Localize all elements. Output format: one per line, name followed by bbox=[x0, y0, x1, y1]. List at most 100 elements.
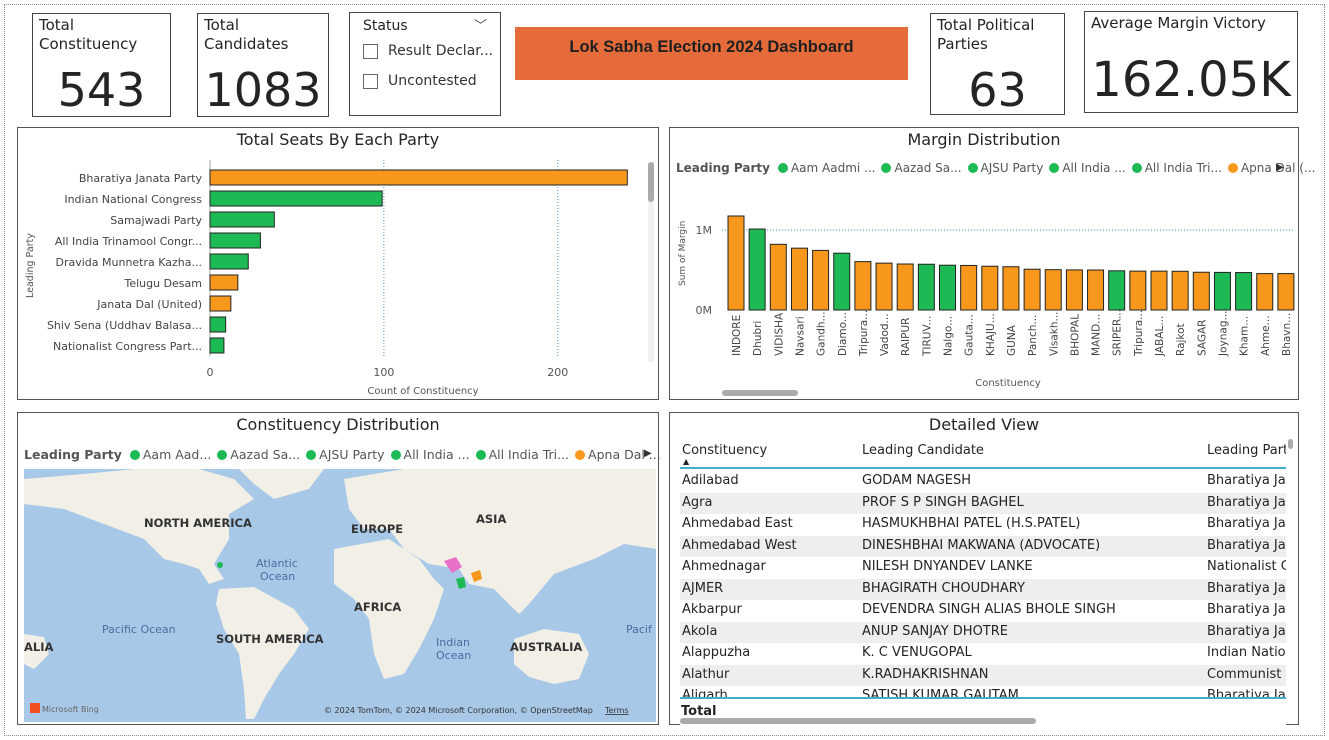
table-cell: Indian Nation bbox=[1207, 645, 1286, 660]
margin-bar[interactable] bbox=[1023, 268, 1041, 311]
legend-item[interactable]: Aazad Sa... bbox=[217, 447, 300, 462]
vertical-scrollbar[interactable] bbox=[1288, 439, 1293, 449]
margin-bar[interactable] bbox=[875, 262, 893, 311]
margin-bar[interactable] bbox=[1129, 270, 1147, 311]
card-label: Total Political Parties bbox=[937, 16, 1035, 53]
table-row[interactable]: Ahmedabad West DINESHBHAI MAKWANA (ADVOCA… bbox=[680, 535, 1286, 557]
margin-bar[interactable] bbox=[917, 263, 935, 311]
card-label: Total Constituency bbox=[39, 16, 138, 53]
legend-title: Leading Party bbox=[24, 447, 122, 462]
margin-bar[interactable] bbox=[769, 243, 787, 311]
checkbox[interactable] bbox=[363, 43, 378, 59]
table-row[interactable]: Ahmedabad East HASMUKHBHAI PATEL (H.S.PAT… bbox=[680, 514, 1286, 536]
margin-bar[interactable] bbox=[1235, 272, 1253, 311]
legend-item[interactable]: Aam Aad... bbox=[129, 447, 211, 462]
map-marker bbox=[217, 562, 223, 568]
margin-bar[interactable] bbox=[960, 264, 978, 311]
table-row[interactable]: Ahmednagar NILESH DNYANDEV LANKE Nationali… bbox=[680, 557, 1286, 579]
card-value: 543 bbox=[57, 63, 146, 117]
card-label: Total Candidates bbox=[204, 16, 289, 53]
seats-bar[interactable] bbox=[209, 169, 628, 186]
seats-x-axis-label: Count of Constituency bbox=[367, 386, 478, 397]
margin-bar[interactable] bbox=[939, 264, 956, 311]
table-row[interactable]: Alappuzha K. C VENUGOPAL Indian Nation bbox=[680, 643, 1286, 665]
seats-bar[interactable] bbox=[209, 232, 261, 249]
scrollbar-thumb[interactable] bbox=[722, 390, 798, 396]
world-map[interactable]: NORTH AMERICA EUROPE ASIA Atlantic Ocean… bbox=[24, 469, 656, 722]
constituency-tick-label: Navsari bbox=[794, 316, 806, 356]
constituency-tick-label: JABAL... bbox=[1154, 316, 1166, 357]
column-header-constituency[interactable]: Constituency bbox=[682, 443, 767, 458]
table-row[interactable]: Akola ANUP SANJAY DHOTRE Bharatiya Jan bbox=[680, 621, 1286, 643]
margin-bar[interactable] bbox=[1065, 269, 1083, 311]
seats-bar[interactable] bbox=[209, 337, 225, 354]
seats-bar[interactable] bbox=[209, 316, 227, 333]
margin-bar[interactable] bbox=[1171, 270, 1189, 311]
constituency-tick-label: RAIPUR bbox=[900, 318, 912, 356]
card-value: 1083 bbox=[204, 63, 322, 117]
table-row[interactable]: AJMER BHAGIRATH CHOUDHARY Bharatiya Jan bbox=[680, 578, 1286, 600]
table-row[interactable]: Akbarpur DEVENDRA SINGH ALIAS BHOLE SINGH… bbox=[680, 600, 1286, 622]
map-legend: Leading Party Aam Aad... Aazad Sa... AJS… bbox=[24, 447, 661, 462]
margin-bar[interactable] bbox=[1192, 271, 1210, 311]
margin-bar[interactable] bbox=[812, 249, 830, 311]
detailed-view-panel: Detailed View Constituency ▲ Leading Can… bbox=[669, 412, 1299, 725]
party-label: Janata Dal (United) bbox=[96, 298, 202, 311]
table-cell: Bharatiya Jan bbox=[1207, 494, 1286, 510]
margin-bar[interactable] bbox=[981, 265, 999, 311]
table-cell: Nationalist Co bbox=[1207, 559, 1286, 574]
table-cell: NILESH DNYANDEV LANKE bbox=[862, 559, 1033, 574]
margin-bar[interactable] bbox=[1044, 269, 1062, 311]
column-header-leading-candidate[interactable]: Leading Candidate bbox=[862, 443, 984, 458]
margin-bar[interactable] bbox=[854, 261, 872, 311]
map-attribution: © 2024 TomTom, © 2024 Microsoft Corporat… bbox=[324, 706, 593, 715]
map-label-indian-ocean: Ocean bbox=[436, 649, 471, 662]
column-header-leading-party[interactable]: Leading Party bbox=[1207, 443, 1286, 458]
margin-chart-panel: Margin Distribution Leading Party Aam Aa… bbox=[669, 127, 1315, 400]
constituency-tick-label: Visakh... bbox=[1048, 311, 1060, 356]
checkbox[interactable] bbox=[363, 73, 378, 89]
margin-bar[interactable] bbox=[1108, 270, 1126, 311]
seats-bar[interactable] bbox=[209, 295, 232, 312]
table-cell: BHAGIRATH CHOUDHARY bbox=[862, 580, 1025, 596]
margin-x-axis-label: Constituency bbox=[975, 378, 1041, 389]
slicer-option-result-declared[interactable]: Result Declar... bbox=[363, 43, 493, 59]
party-label: Bharatiya Janata Party bbox=[79, 172, 203, 185]
status-slicer[interactable]: Status ﹀ Result Declar... Uncontested bbox=[349, 12, 501, 116]
table-row[interactable]: Agra PROF S P SINGH BAGHEL Bharatiya Jan bbox=[680, 492, 1286, 514]
margin-bar[interactable] bbox=[790, 247, 808, 311]
seats-bar[interactable] bbox=[209, 274, 239, 291]
legend-item[interactable]: AJSU Party bbox=[306, 447, 385, 462]
map-attribution-bing: Microsoft Bing bbox=[42, 705, 99, 714]
sort-ascending-icon[interactable]: ▲ bbox=[683, 457, 689, 466]
margin-bar[interactable] bbox=[1087, 269, 1105, 311]
margin-bar[interactable] bbox=[1150, 270, 1168, 311]
constituency-tick-label: Panch... bbox=[1027, 315, 1039, 356]
scrollbar-thumb[interactable] bbox=[648, 162, 654, 202]
table-row[interactable]: Adilabad GODAM NAGESH Bharatiya Jan bbox=[680, 471, 1286, 493]
seats-bar[interactable] bbox=[209, 211, 275, 228]
seats-bar[interactable] bbox=[209, 190, 383, 207]
table-cell: Bharatiya Jan bbox=[1207, 537, 1286, 553]
margin-bar[interactable] bbox=[1256, 273, 1274, 311]
margin-bar[interactable] bbox=[748, 228, 766, 311]
card-average-margin: Average Margin Victory 162.05K bbox=[1084, 11, 1298, 113]
chevron-down-icon[interactable]: ﹀ bbox=[474, 15, 487, 34]
table-row[interactable]: Alathur K.RADHAKRISHNAN Communist P bbox=[680, 664, 1286, 686]
margin-bar[interactable] bbox=[1002, 266, 1020, 311]
margin-y-tick-1m: 1M bbox=[696, 224, 713, 237]
margin-bar[interactable] bbox=[1213, 271, 1231, 311]
seats-bar[interactable] bbox=[209, 253, 249, 270]
slicer-option-uncontested[interactable]: Uncontested bbox=[363, 73, 477, 89]
constituency-tick-label: Gandh... bbox=[816, 311, 828, 356]
legend-item[interactable]: All India ... bbox=[390, 447, 470, 462]
margin-bar[interactable] bbox=[833, 252, 851, 311]
legend-next-arrow-icon[interactable]: ▶ bbox=[644, 448, 652, 459]
table-cell: K.RADHAKRISHNAN bbox=[862, 666, 989, 682]
margin-bar[interactable] bbox=[1277, 273, 1295, 311]
margin-bar[interactable] bbox=[896, 263, 914, 311]
legend-item[interactable]: All India Tri... bbox=[475, 447, 569, 462]
table-cell: PROF S P SINGH BAGHEL bbox=[862, 494, 1024, 510]
horizontal-scrollbar[interactable] bbox=[680, 718, 1036, 724]
margin-bar[interactable] bbox=[727, 215, 745, 311]
